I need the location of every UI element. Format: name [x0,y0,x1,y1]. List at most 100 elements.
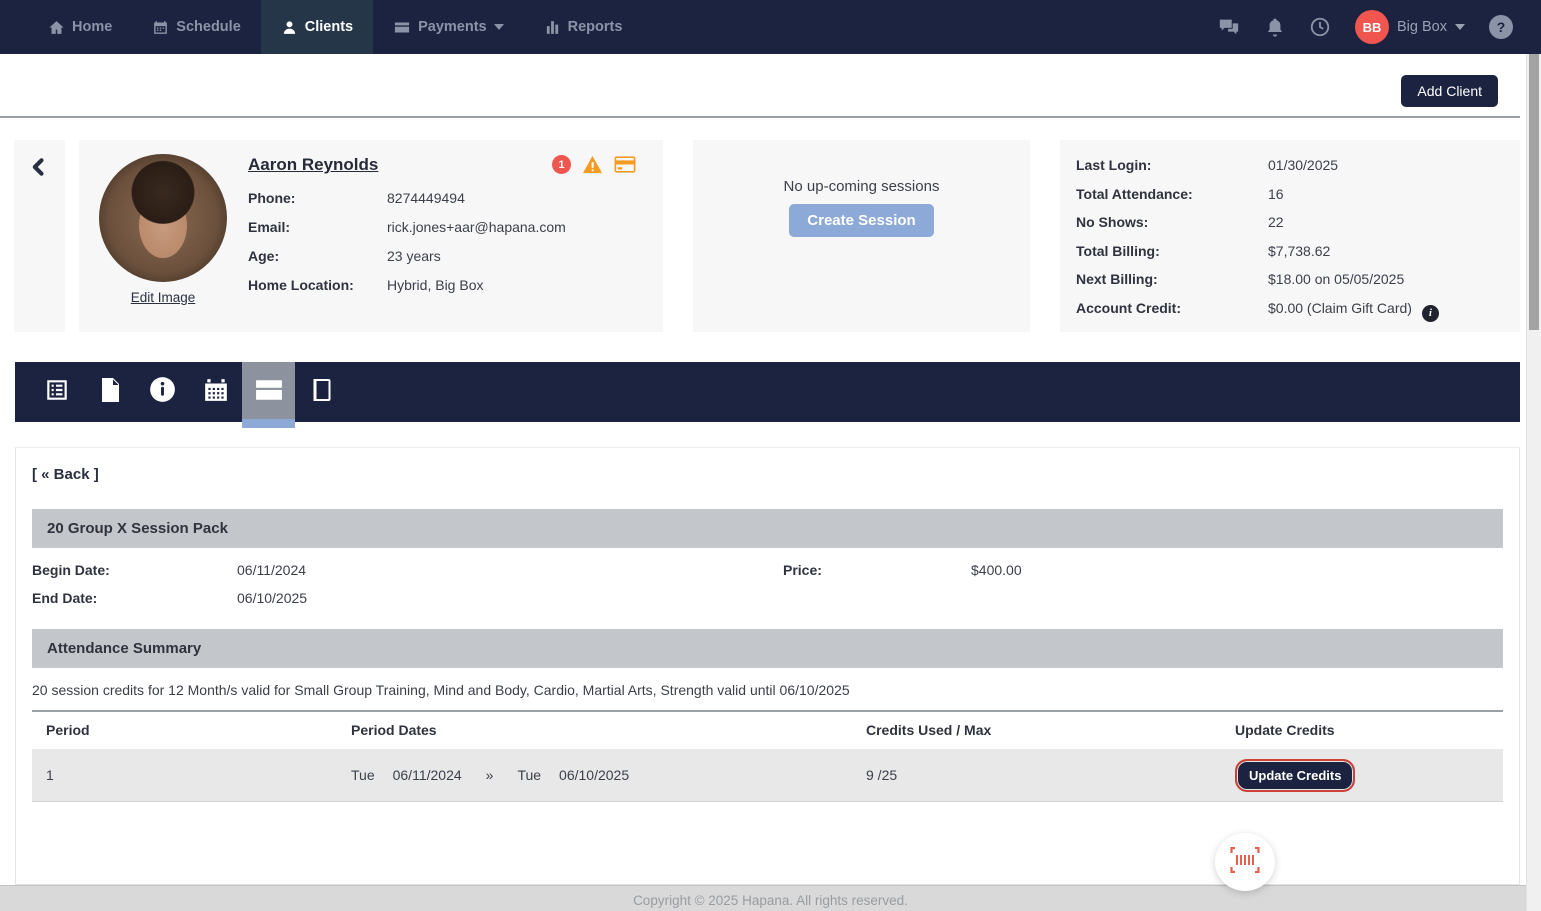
nav-item-payments[interactable]: Payments [373,0,524,54]
barcode-scan-button[interactable] [1215,833,1275,891]
col-header-period: Period [32,722,337,738]
warning-icon[interactable] [582,155,603,174]
client-alert-icons: 1 [552,155,636,174]
stat-label: Total Billing: [1076,243,1160,259]
stat-account-credit: Account Credit: $0.00 (Claim Gift Card)i [1076,300,1510,316]
no-sessions-message: No up-coming sessions [693,178,1030,195]
stat-label: Next Billing: [1076,271,1158,287]
tab-documents[interactable] [83,362,136,422]
alert-count-badge[interactable]: 1 [552,155,571,174]
chevron-down-icon [494,24,504,30]
top-navbar: Home Schedule Clients Payments Reports B… [0,0,1541,54]
field-label: Home Location: [248,277,386,293]
stat-value: $0.00 (Claim Gift Card) i [1268,300,1439,322]
field-label: Age: [248,248,386,264]
tab-info[interactable] [136,362,189,422]
pack-title-bar: 20 Group X Session Pack [32,509,1503,548]
price-value: $400.00 [971,562,1022,578]
membership-detail-panel: [ « Back ] 20 Group X Session Pack Begin… [15,447,1520,885]
to-date: 06/10/2025 [559,767,629,783]
nav-label: Payments [418,19,487,35]
stat-no-shows: No Shows:22 [1076,214,1510,230]
chevron-down-icon [1455,24,1465,30]
tab-memberships-billing[interactable] [242,362,295,422]
client-field-home-location: Home Location: Hybrid, Big Box [248,277,386,293]
main-nav: Home Schedule Clients Payments Reports [0,0,642,54]
info-icon[interactable]: i [1422,305,1439,322]
avatar[interactable]: BB [1355,10,1389,44]
from-day: Tue [351,767,375,783]
payment-card-warning-icon[interactable] [614,155,636,174]
stat-value: 01/30/2025 [1268,157,1338,173]
chat-icon[interactable] [1217,16,1241,38]
nav-item-home[interactable]: Home [28,0,132,54]
nav-item-schedule[interactable]: Schedule [132,0,260,54]
card-icon [255,377,283,408]
account-name: Big Box [1397,19,1447,35]
vertical-scrollbar[interactable] [1526,0,1541,911]
pack-title: 20 Group X Session Pack [47,520,228,537]
book-icon [309,377,334,408]
client-field-phone: Phone: 8274449494 [248,190,386,206]
tab-schedule[interactable] [189,362,242,422]
price-row: Price: $400.00 [783,562,822,578]
client-name-link[interactable]: Aaron Reynolds [248,155,378,175]
field-label: Email: [248,219,386,235]
list-icon [44,377,70,408]
field-value: rick.jones+aar@hapana.com [387,219,566,235]
stat-value: $18.00 on 05/05/2025 [1268,271,1404,287]
attendance-summary-bar: Attendance Summary [32,629,1503,668]
stat-value: $7,738.62 [1268,243,1330,259]
stat-label: Total Attendance: [1076,186,1193,202]
nav-item-clients[interactable]: Clients [261,0,373,54]
field-value: 23 years [387,248,441,264]
account-menu[interactable]: Big Box [1397,19,1465,35]
end-date-value: 06/10/2025 [237,590,307,606]
col-header-update-credits: Update Credits [1221,722,1503,738]
end-date-label: End Date: [32,590,97,606]
begin-date-value: 06/11/2024 [237,562,306,578]
stat-value: 16 [1268,186,1284,202]
update-credits-button[interactable]: Update Credits [1235,759,1355,792]
date-separator: » [486,767,494,783]
edit-image-link[interactable]: Edit Image [131,290,196,305]
clock-icon[interactable] [1309,16,1331,38]
info-circle-icon [149,376,176,408]
client-field-email: Email: rick.jones+aar@hapana.com [248,219,386,235]
back-link[interactable]: [ « Back ] [32,466,99,483]
page-footer: Copyright © 2025 Hapana. All rights rese… [0,885,1541,911]
client-photo [99,154,227,282]
stat-total-attendance: Total Attendance: 16 [1076,186,1510,202]
add-client-button[interactable]: Add Client [1401,75,1498,107]
client-field-age: Age: 23 years [248,248,386,264]
client-profile-card: Edit Image Aaron Reynolds Phone: 8274449… [79,140,663,332]
stat-last-login: Last Login: 01/30/2025 [1076,157,1510,173]
account-credit-value[interactable]: $0.00 (Claim Gift Card) [1268,300,1412,316]
navbar-right: BB Big Box ? [1217,0,1513,54]
calendar-icon [152,19,169,36]
tab-activity-list[interactable] [30,362,83,422]
stat-next-billing: Next Billing: $18.00 on 05/05/2025 [1076,271,1510,287]
stat-label: Account Credit: [1076,300,1181,316]
stat-label: Last Login: [1076,157,1151,173]
col-header-credits: Credits Used / Max [852,722,1221,738]
nav-item-reports[interactable]: Reports [524,0,643,54]
tab-notes[interactable] [295,362,348,422]
barcode-icon [1230,847,1260,878]
bell-icon[interactable] [1265,16,1285,38]
end-date-row: End Date: 06/10/2025 [32,590,97,606]
home-icon [48,19,65,36]
field-value: 8274449494 [387,190,465,206]
file-icon [98,377,122,408]
person-icon [281,19,298,36]
help-icon[interactable]: ? [1489,15,1513,39]
copyright-text: Copyright © 2025 Hapana. All rights rese… [633,893,908,908]
client-nav-strip [14,140,65,332]
cell-credits-used: 9 /25 [852,767,1221,783]
chevron-left-icon[interactable] [29,156,49,183]
create-session-button[interactable]: Create Session [789,204,933,237]
attendance-summary-title: Attendance Summary [47,640,201,657]
begin-date-label: Begin Date: [32,562,110,578]
price-label: Price: [783,562,822,578]
calendar-grid-icon [203,377,229,408]
